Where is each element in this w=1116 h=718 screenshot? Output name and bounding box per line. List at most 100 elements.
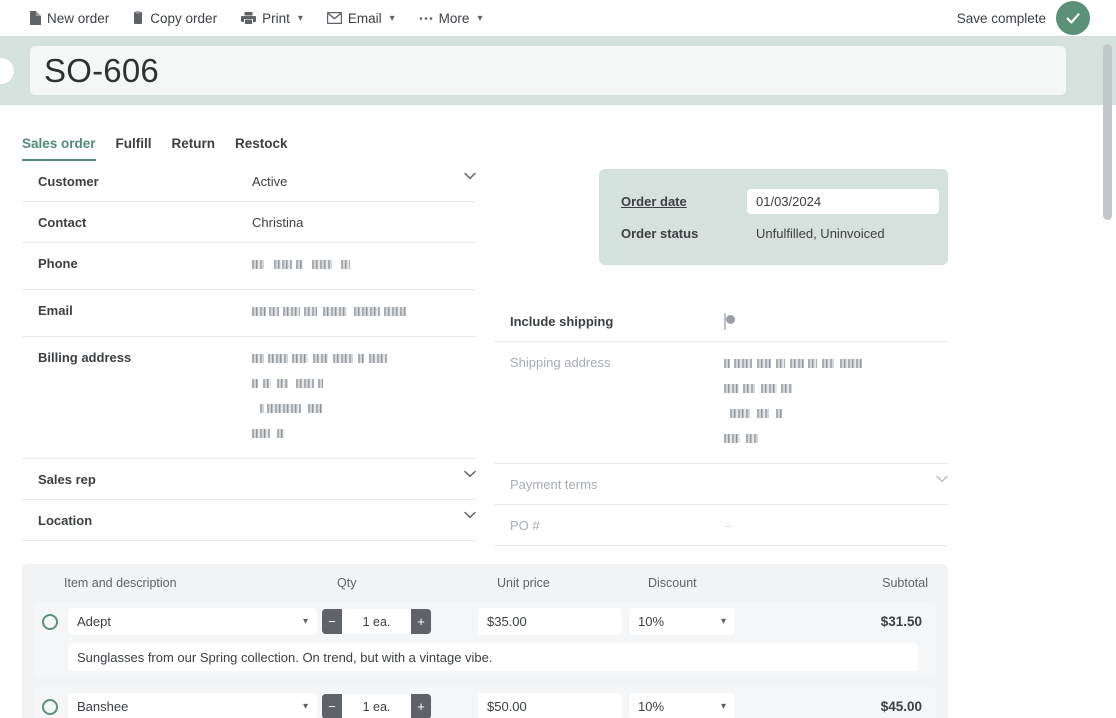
- quantity-stepper: − +: [322, 694, 431, 718]
- shipping-address-value-redacted: [724, 353, 948, 453]
- po-number-value: –: [724, 518, 732, 533]
- back-button[interactable]: [0, 58, 14, 84]
- column-header-item: Item and description: [64, 576, 177, 590]
- qty-decrement-button[interactable]: −: [322, 694, 342, 718]
- order-info-column: Order date Order status Unfulfilled, Uni…: [494, 161, 948, 546]
- chevron-down-icon[interactable]: [458, 470, 476, 478]
- column-header-unit-price: Unit price: [497, 576, 550, 590]
- table-row: Banshee ▾ − + 10% ▾: [34, 687, 936, 718]
- qty-decrement-button[interactable]: −: [322, 609, 342, 634]
- print-button[interactable]: Print ▾: [241, 11, 303, 26]
- field-row-location[interactable]: Location: [22, 500, 476, 541]
- contact-value: Christina: [252, 215, 304, 230]
- sales-order-page: New order Copy order Print ▾ Email ▾ Mor…: [0, 0, 1116, 718]
- field-row-billing-address: Billing address: [22, 337, 476, 459]
- chevron-down-icon: ▾: [302, 701, 308, 712]
- save-status-label: Save complete: [956, 10, 1046, 26]
- subtotal-value-0: $31.50: [880, 614, 922, 629]
- toggle-knob: [726, 315, 735, 324]
- field-row-contact: Contact Christina: [22, 202, 476, 243]
- chevron-down-icon: ▾: [720, 616, 726, 627]
- chevron-down-icon[interactable]: [930, 475, 948, 483]
- new-document-icon: [28, 11, 41, 25]
- printer-icon: [241, 11, 257, 25]
- order-status-row: Order status Unfulfilled, Uninvoiced: [621, 217, 930, 249]
- order-date-row: Order date: [621, 185, 939, 217]
- qty-input[interactable]: [342, 694, 411, 718]
- quantity-stepper: − +: [322, 609, 431, 634]
- order-date-input[interactable]: [747, 188, 939, 214]
- field-row-include-shipping: Include shipping: [494, 301, 948, 342]
- chevron-down-icon: ▾: [720, 701, 726, 712]
- unit-price-input[interactable]: [478, 608, 622, 635]
- item-select-1[interactable]: Banshee ▾: [68, 693, 317, 718]
- qty-increment-button[interactable]: +: [411, 609, 431, 634]
- customer-column: Customer Active Contact Christina Phone: [22, 161, 476, 541]
- field-row-phone: Phone: [22, 243, 476, 290]
- field-row-payment-terms[interactable]: Payment terms: [494, 464, 948, 505]
- redaction-block: [724, 353, 948, 447]
- item-description-input-0[interactable]: [68, 643, 918, 671]
- check-circle-icon: [1066, 13, 1080, 24]
- item-select-0[interactable]: Adept ▾: [68, 608, 317, 635]
- scrollbar-thumb[interactable]: [1103, 44, 1112, 220]
- line-item-fields: Banshee ▾ − + 10% ▾: [40, 693, 930, 718]
- unit-price-cell-0: [477, 608, 628, 635]
- copy-order-button[interactable]: Copy order: [133, 11, 217, 26]
- qty-increment-button[interactable]: +: [411, 694, 431, 718]
- order-number-input[interactable]: [30, 46, 1066, 95]
- page-scrollbar[interactable]: [1102, 40, 1113, 714]
- item-select-value: Banshee: [77, 699, 129, 714]
- copy-icon: [133, 11, 144, 25]
- chevron-down-icon: ▾: [477, 12, 483, 24]
- print-label: Print: [262, 10, 290, 26]
- table-row: Adept ▾ − + 10% ▾: [34, 602, 936, 679]
- discount-value: 10%: [638, 614, 665, 629]
- field-row-shipping-address: Shipping address: [494, 342, 948, 464]
- save-status-group: Save complete: [957, 1, 1090, 35]
- order-status-label: Order status: [621, 225, 699, 241]
- customer-label: Customer: [38, 174, 99, 189]
- line-item-select-icon[interactable]: [42, 698, 58, 715]
- field-row-email: Email: [22, 290, 476, 337]
- discount-select[interactable]: 10% ▾: [629, 693, 735, 718]
- line-items-header: Item and description Qty Unit price Disc…: [34, 564, 936, 602]
- chevron-down-icon[interactable]: [458, 172, 476, 180]
- tab-sales-order[interactable]: Sales order: [22, 136, 96, 161]
- contact-label: Contact: [38, 215, 87, 230]
- tab-bar: Sales order Fulfill Return Restock: [0, 105, 1116, 161]
- include-shipping-toggle-cell: [724, 312, 948, 331]
- sales-rep-label: Sales rep: [38, 472, 96, 487]
- line-items-table: Item and description Qty Unit price Disc…: [22, 564, 948, 718]
- order-date-label[interactable]: Order date: [621, 194, 747, 209]
- billing-address-value-redacted: [252, 348, 476, 448]
- email-value-redacted: [252, 301, 476, 326]
- field-row-sales-rep[interactable]: Sales rep: [22, 459, 476, 500]
- line-item-select-icon[interactable]: [42, 613, 58, 630]
- tab-restock[interactable]: Restock: [235, 136, 288, 161]
- email-label: Email: [347, 10, 382, 26]
- more-button[interactable]: More ▾: [419, 11, 483, 26]
- subtotal-value-1: $45.00: [880, 699, 922, 714]
- unit-price-cell-1: [477, 693, 628, 718]
- new-order-button[interactable]: New order: [28, 11, 109, 26]
- chevron-down-icon[interactable]: [458, 511, 476, 519]
- tab-fulfill[interactable]: Fulfill: [116, 136, 152, 161]
- item-select-value: Adept: [77, 614, 111, 629]
- field-row-customer[interactable]: Customer Active: [22, 161, 476, 202]
- chevron-down-icon: ▾: [297, 12, 303, 24]
- order-details-section: Customer Active Contact Christina Phone: [0, 161, 1116, 546]
- discount-select[interactable]: 10% ▾: [629, 608, 735, 635]
- ellipsis-icon: [419, 16, 433, 21]
- line-item-fields: Adept ▾ − + 10% ▾: [40, 608, 930, 635]
- email-button[interactable]: Email ▾: [326, 10, 395, 26]
- discount-cell-1: 10% ▾: [628, 693, 781, 718]
- unit-price-input[interactable]: [478, 693, 622, 718]
- qty-input[interactable]: [342, 609, 411, 634]
- email-label: Email: [38, 303, 73, 318]
- include-shipping-toggle[interactable]: [724, 313, 735, 330]
- save-button[interactable]: [1056, 1, 1090, 35]
- tab-return[interactable]: Return: [172, 136, 216, 161]
- discount-cell-0: 10% ▾: [628, 608, 781, 635]
